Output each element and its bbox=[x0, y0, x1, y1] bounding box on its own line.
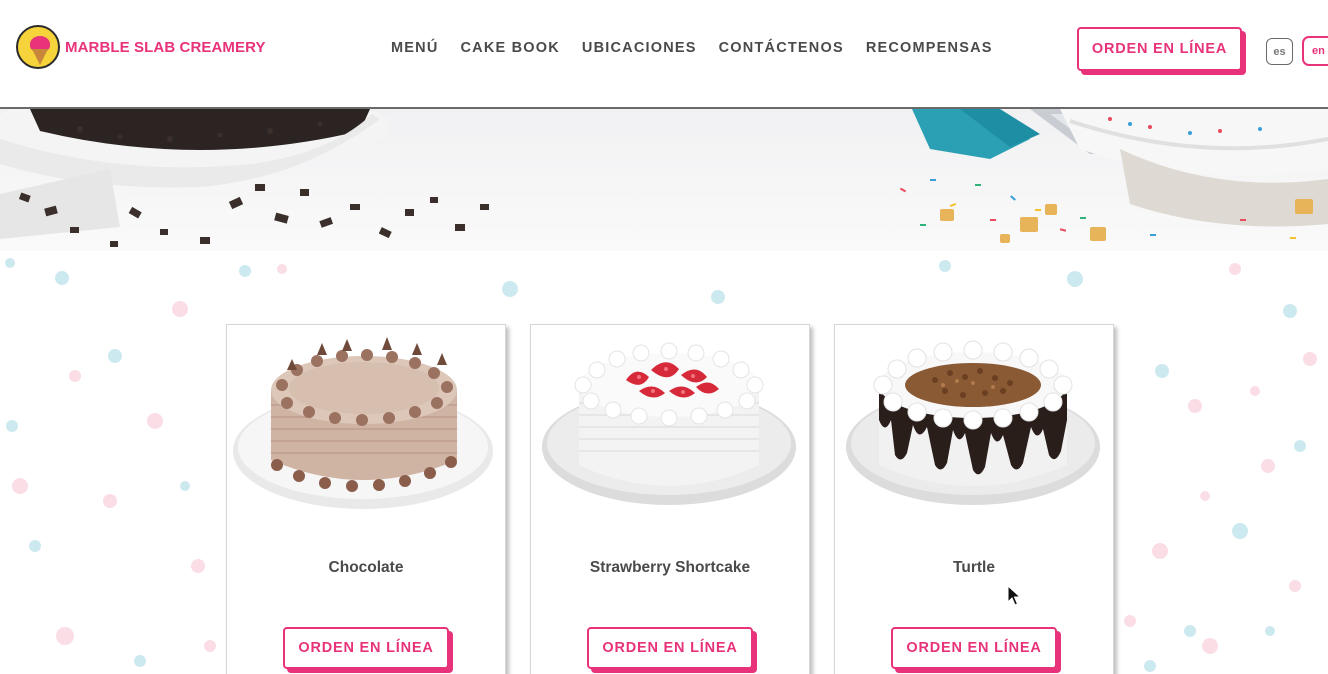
brand-logo[interactable]: MARBLE SLAB CREAMERY bbox=[16, 25, 266, 69]
nav-item-contact[interactable]: CONTÁCTENOS bbox=[719, 40, 844, 56]
cake-name: Strawberry Shortcake bbox=[589, 559, 751, 576]
cake-card-strawberry-shortcake[interactable]: Strawberry Shortcake ORDEN EN LÍNEA bbox=[530, 324, 810, 674]
main-nav: MENÚ CAKE BOOK UBICACIONES CONTÁCTENOS R… bbox=[391, 40, 993, 56]
order-online-button[interactable]: ORDEN EN LÍNEA bbox=[1077, 27, 1242, 71]
hero-banner-image bbox=[0, 109, 1328, 251]
cake-order-button[interactable]: ORDEN EN LÍNEA bbox=[587, 627, 753, 669]
cake-image-chocolate bbox=[233, 337, 493, 509]
language-en-button[interactable]: en bbox=[1302, 36, 1328, 66]
page: MARBLE SLAB CREAMERY MENÚ CAKE BOOK UBIC… bbox=[0, 0, 1328, 674]
mouse-cursor-icon bbox=[1007, 585, 1021, 606]
brand-name: MARBLE SLAB CREAMERY bbox=[65, 38, 266, 56]
cake-order-button[interactable]: ORDEN EN LÍNEA bbox=[891, 627, 1057, 669]
cake-card-turtle[interactable]: Turtle ORDEN EN LÍNEA bbox=[834, 324, 1114, 674]
cake-image-strawberry-shortcake bbox=[542, 342, 796, 505]
site-header: MARBLE SLAB CREAMERY MENÚ CAKE BOOK UBIC… bbox=[0, 0, 1328, 109]
cake-order-button[interactable]: ORDEN EN LÍNEA bbox=[283, 627, 449, 669]
cake-name: Chocolate bbox=[328, 559, 404, 576]
nav-item-menu[interactable]: MENÚ bbox=[391, 40, 439, 56]
nav-item-locations[interactable]: UBICACIONES bbox=[582, 40, 697, 56]
cake-image-turtle bbox=[846, 340, 1100, 505]
ice-cream-cone-icon bbox=[16, 25, 60, 69]
language-es-button[interactable]: es bbox=[1266, 38, 1293, 65]
cake-name: Turtle bbox=[953, 559, 995, 576]
nav-item-rewards[interactable]: RECOMPENSAS bbox=[866, 40, 993, 56]
cake-card-chocolate[interactable]: Chocolate ORDEN EN LÍNEA bbox=[226, 324, 506, 674]
nav-item-cake-book[interactable]: CAKE BOOK bbox=[461, 40, 560, 56]
